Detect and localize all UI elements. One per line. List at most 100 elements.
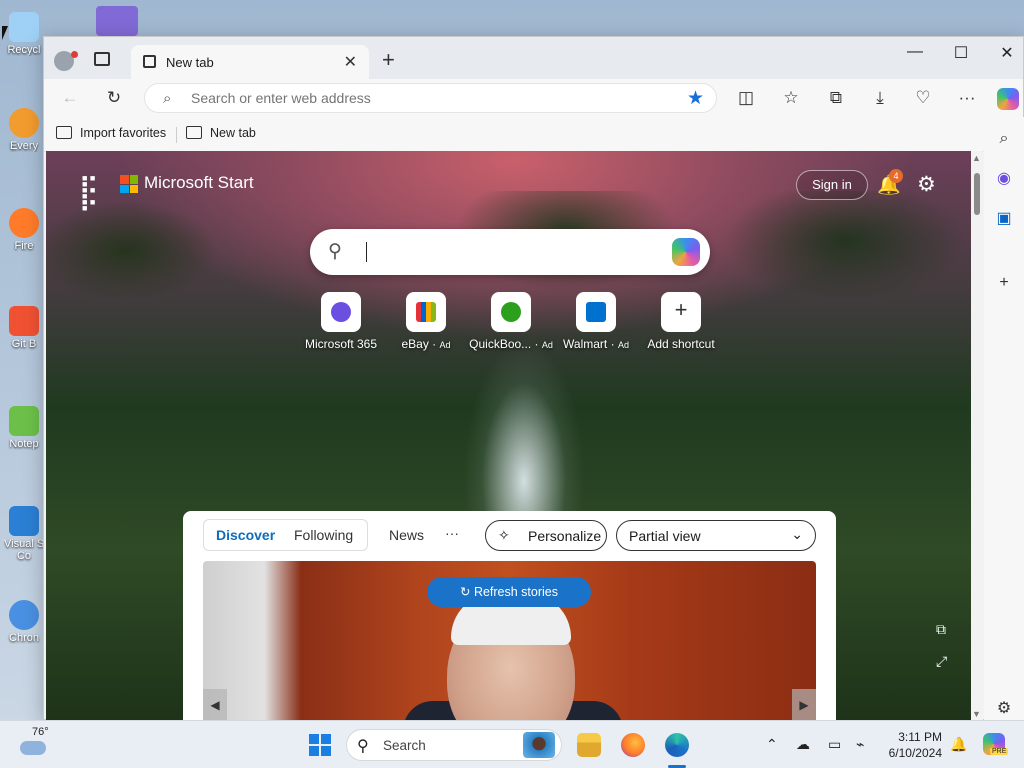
copilot-icon[interactable] [997,88,1019,110]
file-explorer-icon[interactable] [577,733,601,757]
favorites-item-new-tab[interactable]: New tab [186,126,256,140]
tab-strip: New tab ✕ + — ☐ ✕ [44,37,1023,79]
favorites-divider [176,127,177,143]
search-icon: ⚲ [328,241,342,262]
sidebar-outlook-icon[interactable]: ▣ [994,209,1014,229]
visual-studio-icon[interactable] [96,6,138,36]
desktop-icon-label-2: Co [16,550,32,562]
microsoft-365-icon [331,302,351,322]
shortcut-ebay[interactable]: eBay · Ad [381,292,471,351]
ad-label: Ad [439,340,451,350]
sidebar-search-icon[interactable]: ⌕ [994,129,1014,149]
minimize-button[interactable]: — [900,43,930,61]
expand-icon[interactable]: ⤢ [936,653,947,670]
desktop-icon-chrome[interactable]: Chron [4,600,44,644]
desktop-icon-label: Git B [11,338,37,350]
favorites-item-import[interactable]: Import favorites [56,126,166,140]
taskbar-search-label: Search [383,738,426,753]
page-scrollbar[interactable]: ▲ ▼ [971,151,983,721]
tab-close-icon[interactable]: ✕ [344,52,357,72]
edge-sidebar: ⌕ ◉ ▣ + ⚙ [984,117,1024,721]
tab-discover[interactable]: Discover [216,527,275,543]
desktop-icon-notepad[interactable]: Notep [4,406,44,450]
split-screen-icon[interactable]: ◫ [736,88,756,108]
carousel-next-icon[interactable]: ▶ [792,689,816,721]
sidebar-microsoft-365-icon[interactable]: ◉ [994,169,1014,189]
refresh-icon[interactable]: ↻ [104,88,124,108]
plus-icon: + [674,297,688,322]
shortcut-quickbooks[interactable]: QuickBoo... · Ad [466,292,556,351]
personalize-button[interactable]: ✧ Personalize [485,520,607,551]
favorites-bar: Import favorites New tab [44,117,1023,152]
shortcut-microsoft-365[interactable]: Microsoft 365 [296,292,386,351]
everything-icon [9,108,39,138]
sidebar-add-icon[interactable]: + [994,273,1014,293]
taskbar-search[interactable]: ⚲ Search [346,729,562,761]
news-feed: Discover Following News ··· ✧ Personaliz… [183,511,836,721]
shortcut-walmart[interactable]: Walmart · Ad [551,292,641,351]
news-link[interactable]: News [389,527,424,543]
weather-widget[interactable]: 76° [20,726,60,755]
tab-following[interactable]: Following [294,527,353,543]
display-icon[interactable]: ▭ [828,736,841,753]
microsoft-logo-icon [120,175,138,193]
brand-title: Microsoft Start [144,173,254,192]
tab-actions-icon[interactable] [94,52,110,66]
vscode-icon [9,506,39,536]
notification-bell-icon[interactable]: 🔔 [950,736,967,753]
scroll-down-icon[interactable]: ▼ [972,709,981,719]
search-highlight-image [523,732,555,758]
close-window-button[interactable]: ✕ [992,43,1022,63]
hero-story-image[interactable]: ↻ Refresh stories ◀ ▶ [203,561,816,721]
desktop-icon-firefox[interactable]: Fire [4,208,44,252]
desktop-icon-git-bash[interactable]: Git B [4,306,44,350]
sign-in-button[interactable]: Sign in [796,170,868,200]
edge-taskbar-icon[interactable] [665,733,689,757]
clock[interactable]: 3:11 PM 6/10/2024 [884,729,942,761]
new-tab-button[interactable]: + [382,47,395,73]
copilot-pre-badge: PRE [990,748,1009,755]
start-button[interactable] [309,734,331,756]
walmart-icon [586,302,606,322]
view-select[interactable]: Partial view ⌄ [616,520,816,551]
copilot-search-icon[interactable] [672,238,700,266]
settings-gear-icon[interactable]: ⚙ [917,172,936,197]
desktop-icon-everything[interactable]: Every [4,108,44,152]
maximize-button[interactable]: ☐ [946,43,976,63]
page-header: ■ ■ ■ ■ ■ ■ ■ ■ ■ Microsoft Start Sign in … [46,151,971,221]
firefox-taskbar-icon[interactable] [621,733,645,757]
onedrive-icon[interactable]: ☁ [796,736,810,753]
collections-icon[interactable]: ⧉ [826,88,846,108]
favorites-icon[interactable]: ☆ [781,88,801,108]
back-icon[interactable]: ← [60,88,80,108]
more-menu-icon[interactable]: ··· [957,88,977,108]
background-info-icon[interactable]: ⧉ [936,621,946,638]
scroll-up-icon[interactable]: ▲ [972,153,981,163]
address-bar[interactable]: ⌕ ★ [144,83,717,113]
recycle-bin-icon [9,12,39,42]
refresh-label: Refresh stories [473,585,558,599]
browser-essentials-icon[interactable]: ♡ [913,88,933,108]
shortcut-add[interactable]: + Add shortcut [636,292,726,351]
carousel-prev-icon[interactable]: ◀ [203,689,227,721]
apps-grid-icon[interactable]: ■ ■ ■ ■ ■ ■ ■ ■ ■ [82,174,100,213]
import-favorites-icon [56,126,72,139]
refresh-stories-button[interactable]: ↻ Refresh stories [427,577,591,607]
new-tab-favicon-icon [143,55,156,68]
profile-notification-dot [71,51,78,58]
browser-window: New tab ✕ + — ☐ ✕ ← ↻ ⌕ ★ ◫ ☆ ⧉ ⤓ ♡ ··· … [43,36,1024,721]
tab-new-tab[interactable]: New tab ✕ [131,45,369,79]
favorites-item-label: New tab [210,126,256,140]
address-search-icon: ⌕ [163,90,172,107]
downloads-icon[interactable]: ⤓ [870,88,890,108]
sidebar-settings-icon[interactable]: ⚙ [994,699,1014,719]
page-search-box[interactable]: ⚲ [310,229,710,275]
scrollbar-thumb[interactable] [974,173,980,215]
address-input[interactable] [191,90,631,106]
desktop-icon-recycle-bin[interactable]: Recycl [4,12,44,56]
desktop-icon-vscode[interactable]: Visual S Co [4,506,44,562]
more-options-icon[interactable]: ··· [445,525,459,541]
network-icon[interactable]: ⌁ [856,736,864,753]
favorite-star-icon[interactable]: ★ [687,87,704,110]
show-hidden-icons-chevron-icon[interactable]: ⌃ [766,736,778,753]
